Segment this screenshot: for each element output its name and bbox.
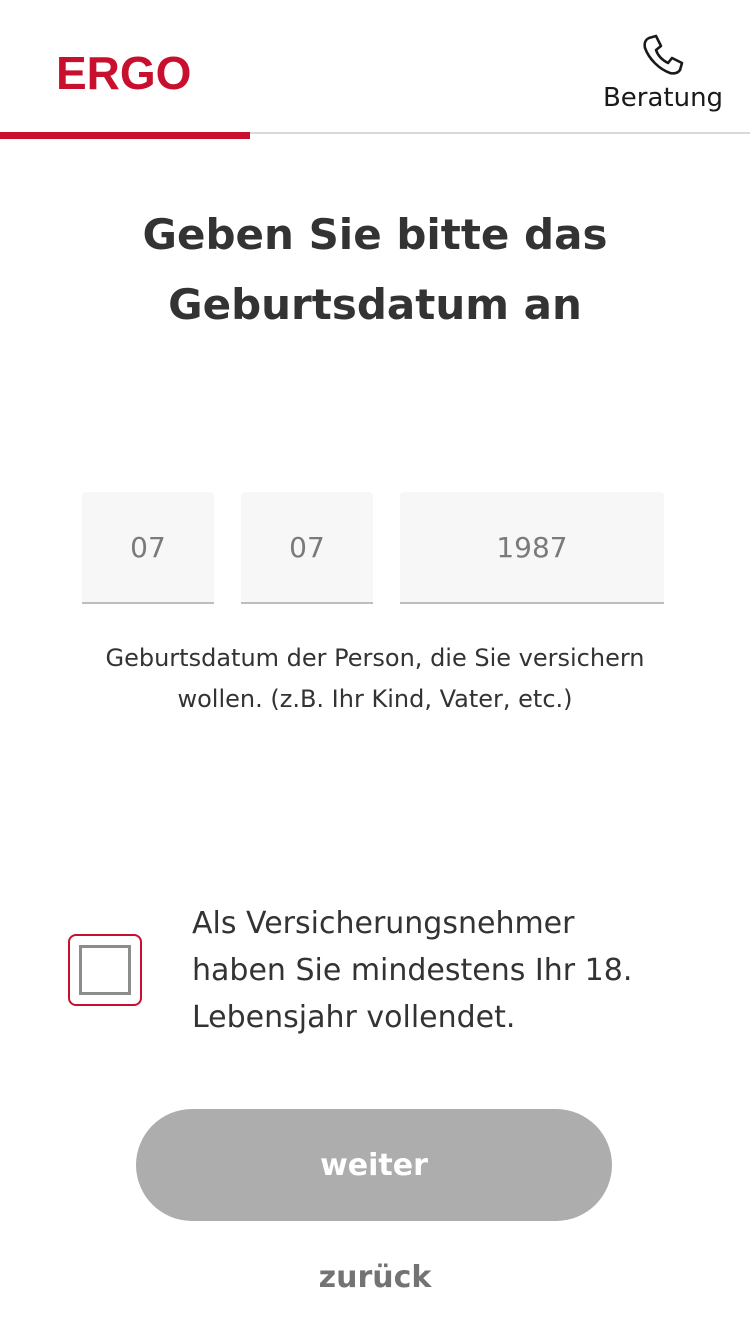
checkbox-label-line-3: Lebensjahr vollendet. <box>192 1000 516 1035</box>
phone-icon <box>643 34 684 75</box>
adult-confirm-checkbox[interactable] <box>68 934 142 1006</box>
page-title: Geben Sie bitte das Geburtsdatum an <box>0 200 750 340</box>
year-input[interactable] <box>400 492 664 604</box>
app-header: ERGO Beratung <box>0 0 750 134</box>
day-input[interactable] <box>82 492 214 604</box>
birthdate-hint: Geburtsdatum der Person, die Sie versich… <box>0 638 750 720</box>
beratung-label: Beratung <box>602 83 724 113</box>
weiter-button[interactable]: weiter <box>136 1109 612 1221</box>
beratung-button[interactable]: Beratung <box>598 32 728 122</box>
progress-bar-fill <box>0 132 250 139</box>
month-input[interactable] <box>241 492 373 604</box>
page-title-line-1: Geben Sie bitte das <box>142 210 608 259</box>
checkbox-label-line-2: haben Sie mindestens Ihr 18. <box>192 953 633 988</box>
checkbox-box <box>79 945 131 995</box>
adult-confirm-label[interactable]: Als Versicherungsnehmer haben Sie mindes… <box>192 900 672 1041</box>
ergo-logo[interactable]: ERGO <box>56 50 191 96</box>
hint-line-2: wollen. (z.B. Ihr Kind, Vater, etc.) <box>177 685 573 713</box>
zurueck-link[interactable]: zurück <box>0 1258 750 1298</box>
checkbox-label-line-1: Als Versicherungsnehmer <box>192 906 575 941</box>
page-title-line-2: Geburtsdatum an <box>168 280 582 329</box>
progress-bar <box>0 132 750 140</box>
hint-line-1: Geburtsdatum der Person, die Sie versich… <box>105 644 645 672</box>
